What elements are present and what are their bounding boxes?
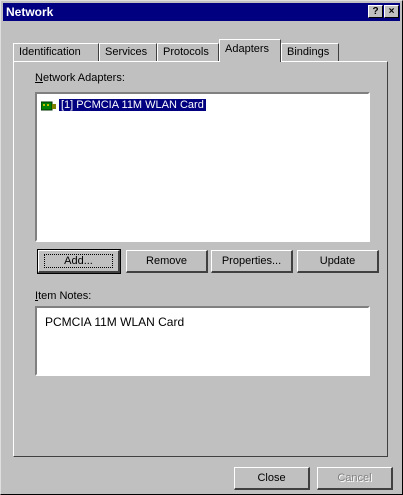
item-notes-label: Item Notes: [35,290,92,302]
network-card-icon [41,101,56,111]
update-button-label: Update [319,255,356,267]
cancel-button[interactable]: Cancel [317,467,393,490]
close-window-button[interactable]: × [384,5,399,18]
network-dialog: Network ? × Identification Services Prot… [0,0,403,495]
remove-button-label: Remove [146,255,187,267]
item-notes-label-rest: tem Notes: [38,290,92,302]
update-button[interactable]: Update [297,250,379,273]
cancel-button-label: Cancel [337,472,372,484]
window-title: Network [6,5,54,19]
close-button-label: Close [257,472,286,484]
properties-button[interactable]: Properties... [211,250,293,273]
item-notes-text: PCMCIA 11M WLAN Card [45,315,185,329]
network-adapters-label-rest: etwork Adapters: [42,72,125,84]
adapters-list[interactable]: [1] PCMCIA 11M WLAN Card [35,92,370,242]
tab-panel: Network Adapters: [1] PCMCIA 11M WLAN Ca… [13,61,388,457]
network-adapters-label: Network Adapters: [35,72,125,84]
item-notes-box: PCMCIA 11M WLAN Card [35,306,370,376]
close-icon: × [388,6,395,17]
tab-identification[interactable]: Identification [13,43,99,61]
adapter-item-label: [1] PCMCIA 11M WLAN Card [59,99,206,111]
tab-protocols[interactable]: Protocols [157,43,219,61]
remove-button[interactable]: Remove [126,250,208,273]
focus-rectangle [44,254,113,268]
help-icon: ? [372,6,379,17]
tab-adapters[interactable]: Adapters [219,39,281,62]
tab-bindings[interactable]: Bindings [281,43,339,61]
properties-button-label: Properties... [221,255,282,267]
title-bar: Network ? × [3,3,400,21]
help-button[interactable]: ? [368,5,383,18]
add-button[interactable]: Add... [37,249,121,274]
tab-services[interactable]: Services [99,43,157,61]
close-button[interactable]: Close [234,467,310,490]
